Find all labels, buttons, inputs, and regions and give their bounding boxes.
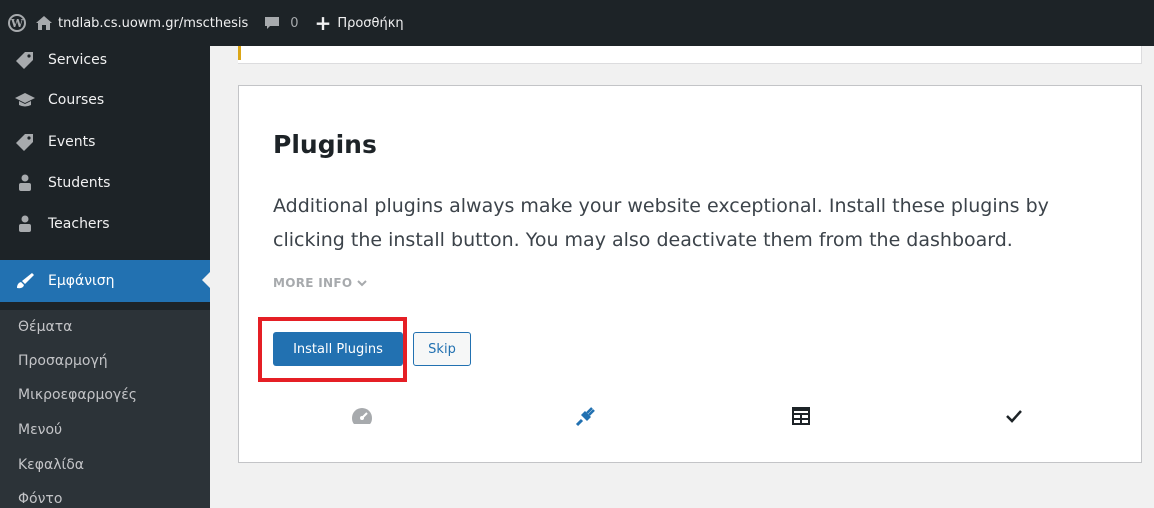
submenu-item-customize[interactable]: Προσαρμογή bbox=[18, 353, 108, 369]
tag-icon bbox=[14, 51, 36, 69]
site-name-link[interactable]: tndlab.cs.uowm.gr/mscthesis bbox=[36, 16, 248, 31]
layout-icon bbox=[789, 404, 813, 428]
sidebar-item-label: Courses bbox=[48, 92, 105, 108]
tag-icon bbox=[14, 133, 36, 151]
groups-icon bbox=[14, 215, 36, 233]
plugins-step-card: Plugins Additional plugins always make y… bbox=[238, 85, 1142, 463]
dashboard-icon bbox=[350, 404, 374, 428]
previous-panel bbox=[238, 46, 1142, 64]
previous-panel-accent bbox=[238, 46, 241, 60]
comment-icon bbox=[264, 16, 280, 30]
submenu-item-widgets[interactable]: Μικροεφαρμογές bbox=[18, 387, 137, 403]
plugins-description: Additional plugins always make your webs… bbox=[273, 195, 1049, 251]
sidebar-item-label: Students bbox=[48, 175, 111, 191]
submenu-item-background[interactable]: Φόντο bbox=[18, 491, 62, 507]
sidebar-item-services[interactable]: Services bbox=[0, 40, 210, 80]
checkmark-icon bbox=[1002, 404, 1026, 428]
more-info-toggle[interactable]: MORE INFO bbox=[273, 276, 367, 290]
sidebar-item-label: Εμφάνιση bbox=[48, 273, 115, 289]
sidebar-item-appearance[interactable]: Εμφάνιση bbox=[0, 260, 210, 302]
submenu-item-menus[interactable]: Μενού bbox=[18, 422, 62, 438]
plus-icon: + bbox=[314, 11, 332, 35]
wordpress-logo-icon[interactable]: W bbox=[8, 14, 26, 32]
sidebar-item-label: Services bbox=[48, 52, 108, 68]
chevron-down-icon bbox=[357, 276, 367, 290]
page-title: Plugins bbox=[273, 130, 377, 159]
comments-count: 0 bbox=[290, 15, 299, 31]
sidebar-item-events[interactable]: Events bbox=[0, 122, 210, 162]
plugin-icon bbox=[574, 404, 598, 428]
submenu-item-header[interactable]: Κεφαλίδα bbox=[18, 457, 84, 473]
admin-sidebar: Services Courses Events Students Teacher… bbox=[0, 46, 210, 508]
site-name: tndlab.cs.uowm.gr/mscthesis bbox=[58, 15, 249, 31]
groups-icon bbox=[14, 174, 36, 192]
paintbrush-icon bbox=[14, 272, 36, 290]
comments-link[interactable]: 0 bbox=[264, 15, 299, 31]
sidebar-item-label: Teachers bbox=[48, 216, 110, 232]
sidebar-item-students[interactable]: Students bbox=[0, 163, 210, 203]
sidebar-item-courses[interactable]: Courses bbox=[0, 80, 210, 120]
sidebar-item-label: Events bbox=[48, 134, 96, 150]
install-plugins-button[interactable]: Install Plugins bbox=[273, 332, 403, 366]
sidebar-item-teachers[interactable]: Teachers bbox=[0, 204, 210, 244]
new-content-label: Προσθήκη bbox=[337, 15, 404, 31]
graduation-cap-icon bbox=[14, 92, 36, 108]
appearance-submenu bbox=[0, 310, 210, 508]
home-icon bbox=[36, 16, 52, 30]
submenu-item-themes[interactable]: Θέματα bbox=[18, 319, 72, 335]
more-info-label: MORE INFO bbox=[273, 276, 353, 290]
new-content-link[interactable]: + Προσθήκη bbox=[315, 13, 404, 33]
skip-button[interactable]: Skip bbox=[413, 332, 471, 366]
